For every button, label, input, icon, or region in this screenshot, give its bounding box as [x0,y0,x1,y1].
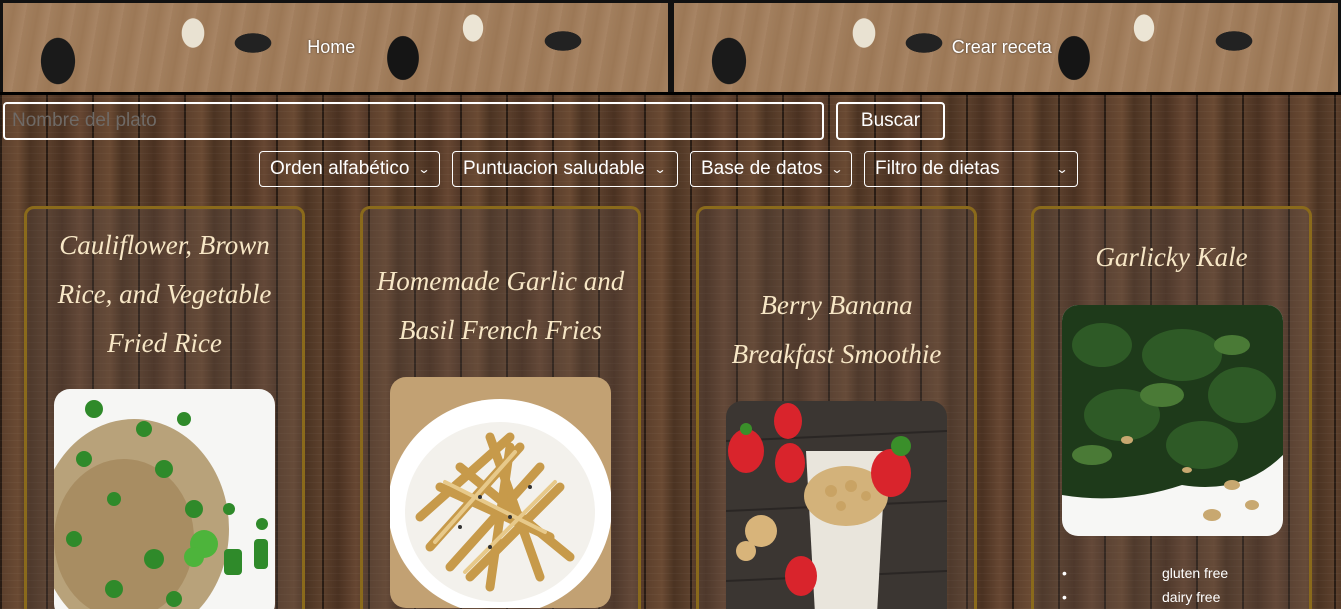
search-button[interactable]: Buscar [836,102,945,140]
diet-list: • gluten free • dairy free [1062,561,1302,609]
recipe-image [726,401,947,609]
diet-filter-select[interactable]: Filtro de dietas ⌄ [864,151,1078,187]
bullet-icon: • [1062,565,1067,581]
diet-item: • gluten free [1062,561,1302,585]
recipe-image [54,389,275,609]
recipe-image [390,377,611,608]
recipe-card[interactable]: Cauliflower, Brown Rice, and Vegetable F… [24,206,305,609]
select-label: Orden alfabético [270,158,410,179]
filter-bar: Orden alfabético ⌄ Puntuacion saludable … [259,151,1078,187]
search-bar: Buscar [3,102,945,140]
recipe-card[interactable]: Homemade Garlic and Basil French Fries [360,206,641,609]
recipe-title: Garlicky Kale [1095,242,1248,272]
recipe-title: Homemade Garlic and Basil French Fries [376,266,625,345]
select-label: Base de datos [701,158,823,179]
search-input[interactable] [3,102,824,140]
nav-home-label: Home [307,37,356,57]
nav-create-label: Crear receta [951,37,1052,57]
chevron-down-icon: ⌄ [417,162,431,176]
nav-create-recipe[interactable]: Crear receta [670,0,1341,92]
recipe-grid: Cauliflower, Brown Rice, and Vegetable F… [0,206,1341,609]
recipe-card[interactable]: Berry Banana Breakfast Smoothie [696,206,977,609]
database-select[interactable]: Base de datos ⌄ [690,151,852,187]
diet-label: dairy free [1162,589,1221,605]
recipe-title: Berry Banana Breakfast Smoothie [731,290,942,369]
bullet-icon: • [1062,589,1067,605]
diet-label: gluten free [1162,565,1229,581]
chevron-down-icon: ⌄ [1055,162,1069,176]
recipe-title: Cauliflower, Brown Rice, and Vegetable F… [57,230,272,358]
recipe-image [1062,305,1283,536]
chevron-down-icon: ⌄ [653,162,667,176]
health-score-select[interactable]: Puntuacion saludable ⌄ [452,151,678,187]
diet-item: • dairy free [1062,585,1302,609]
nav-home[interactable]: Home [0,0,671,92]
select-label: Puntuacion saludable [463,158,645,179]
recipe-card[interactable]: Garlicky Kale • gluten free • dairy free [1031,206,1312,609]
top-nav: Home Crear receta [0,0,1341,95]
sort-alphabetical-select[interactable]: Orden alfabético ⌄ [259,151,440,187]
select-label: Filtro de dietas [875,158,1000,179]
chevron-down-icon: ⌄ [830,162,845,176]
